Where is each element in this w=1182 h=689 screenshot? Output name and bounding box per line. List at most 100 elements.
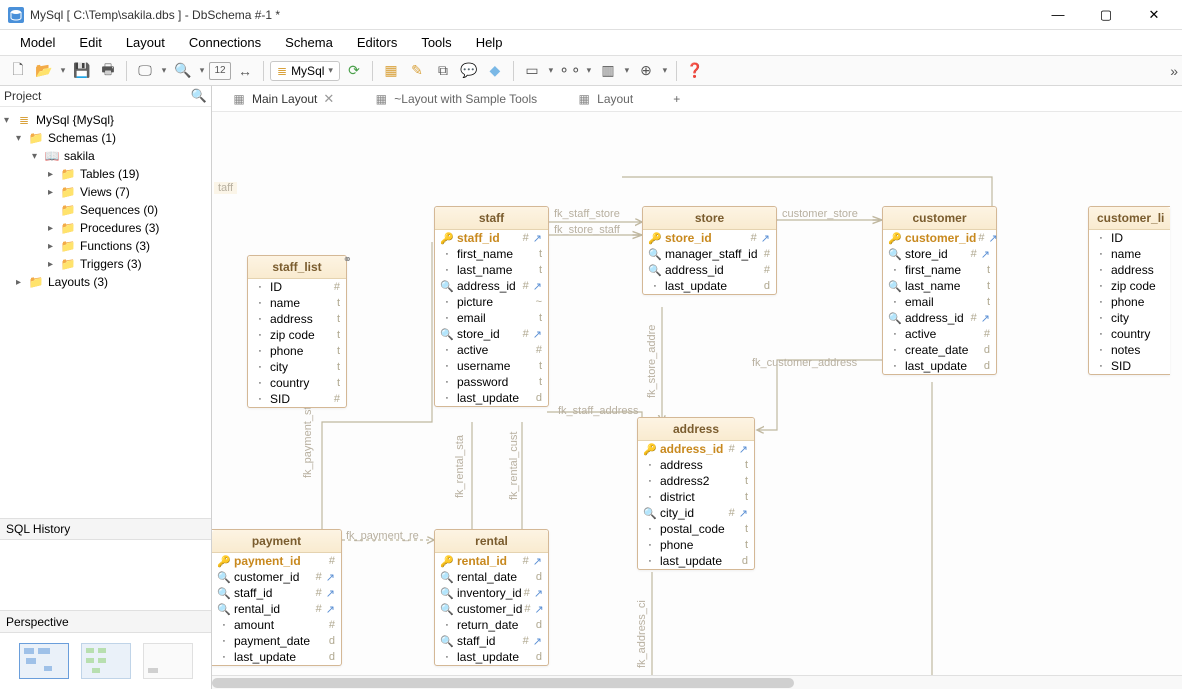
copy-icon[interactable]: ⧉ xyxy=(431,59,455,83)
column-row[interactable]: ·name xyxy=(1089,246,1170,262)
entity-store[interactable]: store 🔑store_id#↗🔍manager_staff_id#🔍addr… xyxy=(642,206,777,295)
dropdown-icon[interactable]: ▾ xyxy=(546,59,556,83)
grid-icon[interactable]: 12 xyxy=(209,62,231,80)
entity-staff-list[interactable]: staff_list ·ID#·namet·addresst·zip codet… xyxy=(247,255,347,408)
tree-db[interactable]: ▾ ≣ MySql {MySql} xyxy=(0,111,211,129)
column-row[interactable]: 🔑rental_id#↗ xyxy=(435,553,548,569)
dropdown-icon[interactable]: ▾ xyxy=(197,59,207,83)
column-row[interactable]: ·postal_codet xyxy=(638,521,754,537)
column-row[interactable]: ·last_updated xyxy=(638,553,754,569)
db-selector[interactable]: ≣ MySql ▾ xyxy=(270,61,340,81)
column-row[interactable]: ·addresst xyxy=(248,311,346,327)
column-row[interactable]: ·SID xyxy=(1089,358,1170,374)
expand-icon[interactable]: ▸ xyxy=(48,169,60,180)
column-row[interactable]: ·addresst xyxy=(638,457,754,473)
expand-icon[interactable]: ▸ xyxy=(48,223,60,234)
column-row[interactable]: ·amount# xyxy=(212,617,341,633)
menu-help[interactable]: Help xyxy=(466,32,513,53)
tree-views[interactable]: ▸ 📁 Views (7) xyxy=(0,183,211,201)
expand-icon[interactable]: ▸ xyxy=(48,187,60,198)
sql-icon[interactable]: ▭ xyxy=(520,59,544,83)
column-row[interactable]: ·address xyxy=(1089,262,1170,278)
entity-customer-li[interactable]: customer_li ·ID·name·address·zip code·ph… xyxy=(1088,206,1170,375)
column-row[interactable]: 🔍staff_id#↗ xyxy=(435,633,548,649)
column-row[interactable]: ·zip codet xyxy=(248,327,346,343)
column-row[interactable]: ·notes xyxy=(1089,342,1170,358)
perspective-thumb-3[interactable] xyxy=(143,643,193,679)
column-row[interactable]: ·namet xyxy=(248,295,346,311)
column-row[interactable]: ·usernamet xyxy=(435,358,548,374)
column-row[interactable]: ·last_updated xyxy=(435,390,548,406)
column-row[interactable]: 🔍rental_id#↗ xyxy=(212,601,341,617)
menu-editors[interactable]: Editors xyxy=(347,32,407,53)
column-row[interactable]: ·first_namet xyxy=(883,262,996,278)
column-row[interactable]: ·city xyxy=(1089,310,1170,326)
collapse-icon[interactable]: ▾ xyxy=(32,151,44,162)
diagram-canvas[interactable]: taff xyxy=(212,112,1182,675)
column-row[interactable]: 🔍address_id#↗ xyxy=(435,278,548,294)
expand-icon[interactable]: ↔ xyxy=(233,59,257,83)
column-row[interactable]: ·emailt xyxy=(435,310,548,326)
column-row[interactable]: ·last_updated xyxy=(643,278,776,294)
column-row[interactable]: ·ID xyxy=(1089,230,1170,246)
expand-icon[interactable]: ▸ xyxy=(16,277,28,288)
data-icon[interactable]: ▥ xyxy=(596,59,620,83)
close-button[interactable]: ✕ xyxy=(1134,3,1174,27)
column-row[interactable]: ·country xyxy=(1089,326,1170,342)
perspective-thumb-2[interactable] xyxy=(81,643,131,679)
relation-icon[interactable]: ⚬⚬ xyxy=(558,59,582,83)
tab-add[interactable]: + xyxy=(673,92,680,106)
column-row[interactable]: 🔍customer_id#↗ xyxy=(435,601,548,617)
column-row[interactable]: 🔍address_id# xyxy=(643,262,776,278)
toolbar-overflow[interactable]: » xyxy=(1170,63,1178,79)
tree-procedures[interactable]: ▸ 📁 Procedures (3) xyxy=(0,219,211,237)
column-row[interactable]: ·active# xyxy=(883,326,996,342)
tree-sequences[interactable]: ▸ 📁 Sequences (0) xyxy=(0,201,211,219)
column-row[interactable]: ·SID# xyxy=(248,391,346,407)
column-row[interactable]: ·phone xyxy=(1089,294,1170,310)
dropdown-icon[interactable]: ▾ xyxy=(159,59,169,83)
column-row[interactable]: ·last_updated xyxy=(883,358,996,374)
column-row[interactable]: ·active# xyxy=(435,342,548,358)
column-row[interactable]: ·ID# xyxy=(248,279,346,295)
perspective-thumb-1[interactable] xyxy=(19,643,69,679)
dropdown-icon[interactable]: ▾ xyxy=(58,59,68,83)
comment-icon[interactable]: 💬 xyxy=(457,59,481,83)
entity-address[interactable]: address 🔑address_id#↗·addresst·address2t… xyxy=(637,417,755,570)
column-row[interactable]: ·emailt xyxy=(883,294,996,310)
column-row[interactable]: ·return_dated xyxy=(435,617,548,633)
dropdown-icon[interactable]: ▾ xyxy=(584,59,594,83)
help-icon[interactable]: ❓ xyxy=(683,59,707,83)
column-row[interactable]: ·last_updated xyxy=(212,649,341,665)
column-row[interactable]: 🔍last_namet xyxy=(883,278,996,294)
tab-layout[interactable]: ▦ Layout xyxy=(577,92,633,106)
zoom-icon[interactable]: 🔍 xyxy=(171,59,195,83)
column-row[interactable]: 🔍rental_dated xyxy=(435,569,548,585)
column-row[interactable]: ·picture~ xyxy=(435,294,548,310)
tree-functions[interactable]: ▸ 📁 Functions (3) xyxy=(0,237,211,255)
maximize-button[interactable]: ▢ xyxy=(1086,3,1126,27)
sql-history-panel[interactable]: SQL History xyxy=(0,518,211,540)
tree-schemas[interactable]: ▾ 📁 Schemas (1) xyxy=(0,129,211,147)
search-icon[interactable]: 🔍 xyxy=(191,88,207,104)
loader-icon[interactable]: ⊕ xyxy=(634,59,658,83)
collapse-icon[interactable]: ▾ xyxy=(16,133,28,144)
column-row[interactable]: ·cityt xyxy=(248,359,346,375)
table-icon[interactable]: ▦ xyxy=(379,59,403,83)
menu-tools[interactable]: Tools xyxy=(411,32,461,53)
scrollbar-thumb[interactable] xyxy=(212,678,794,688)
column-row[interactable]: 🔍customer_id#↗ xyxy=(212,569,341,585)
column-row[interactable]: ·zip code xyxy=(1089,278,1170,294)
column-row[interactable]: 🔍inventory_id#↗ xyxy=(435,585,548,601)
column-row[interactable]: 🔑payment_id# xyxy=(212,553,341,569)
tree-triggers[interactable]: ▸ 📁 Triggers (3) xyxy=(0,255,211,273)
column-row[interactable]: 🔍manager_staff_id# xyxy=(643,246,776,262)
column-row[interactable]: ·last_namet xyxy=(435,262,548,278)
column-row[interactable]: ·payment_dated xyxy=(212,633,341,649)
column-row[interactable]: ·districtt xyxy=(638,489,754,505)
column-row[interactable]: 🔍store_id#↗ xyxy=(883,246,996,262)
expand-icon[interactable]: ▸ xyxy=(48,241,60,252)
screen-icon[interactable]: 🖵 xyxy=(133,59,157,83)
column-row[interactable]: ·address2t xyxy=(638,473,754,489)
column-row[interactable]: 🔑staff_id#↗ xyxy=(435,230,548,246)
